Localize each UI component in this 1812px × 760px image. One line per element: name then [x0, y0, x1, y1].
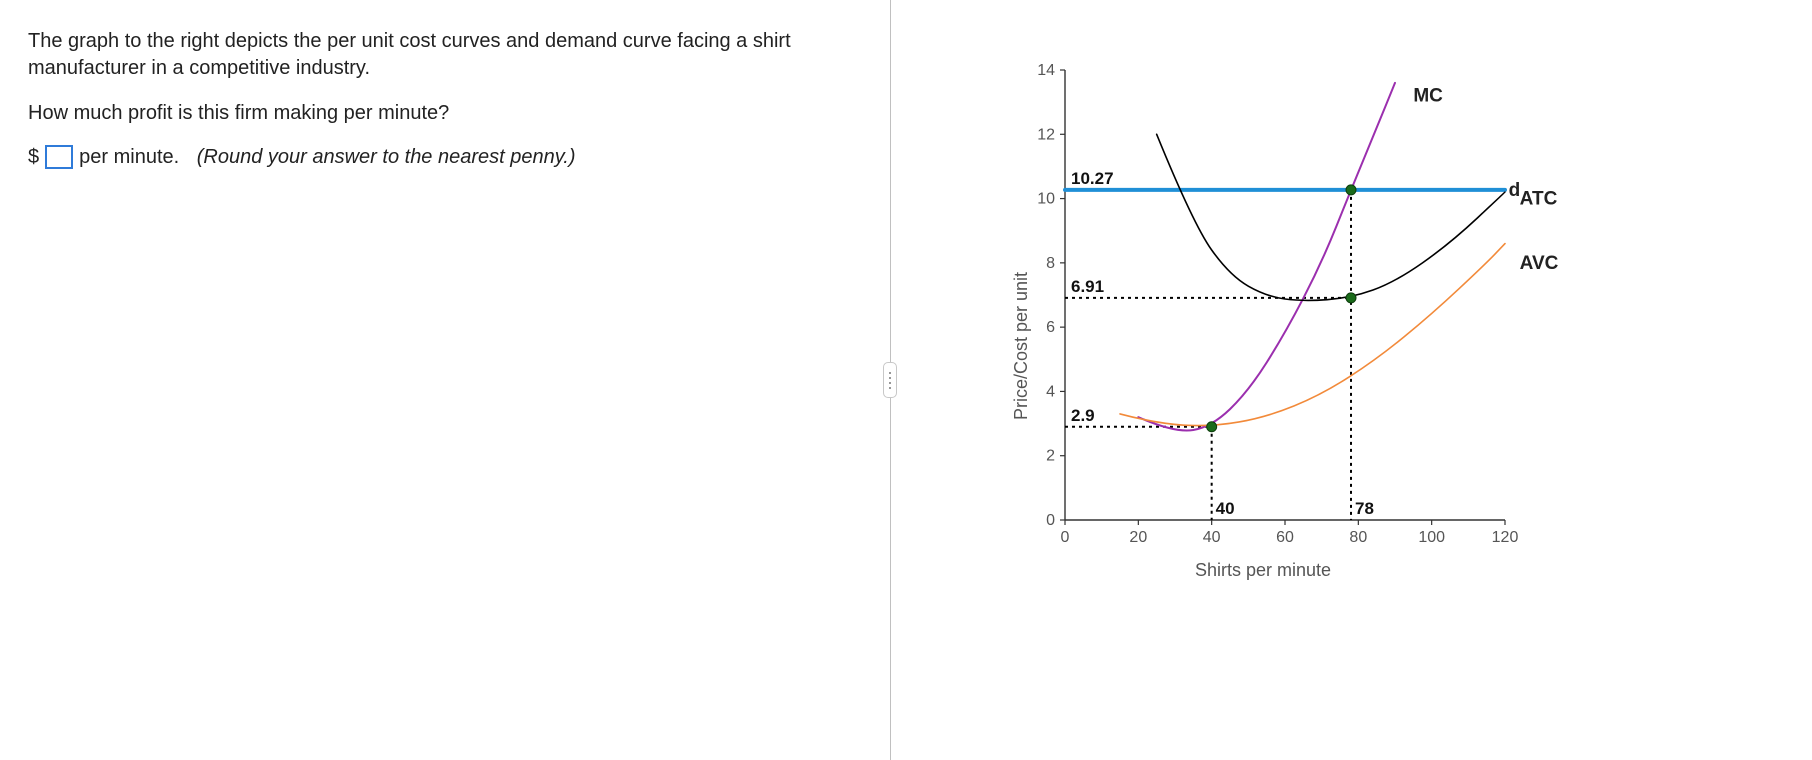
units-suffix: per minute.: [79, 146, 179, 169]
answer-line: $ per minute. (Round your answer to the …: [28, 145, 840, 169]
svg-text:8: 8: [1046, 255, 1055, 272]
svg-text:10: 10: [1037, 191, 1055, 208]
currency-symbol: $: [28, 146, 39, 169]
pane-divider[interactable]: [870, 0, 910, 760]
rounding-hint: (Round your answer to the nearest penny.…: [197, 146, 576, 169]
svg-text:4: 4: [1046, 383, 1055, 400]
svg-text:0: 0: [1046, 512, 1055, 529]
svg-text:12: 12: [1037, 126, 1055, 143]
question-text: The graph to the right depicts the per u…: [28, 28, 840, 127]
svg-text:100: 100: [1418, 529, 1445, 546]
app-container: The graph to the right depicts the per u…: [0, 0, 1812, 760]
svg-text:6.91: 6.91: [1071, 277, 1104, 296]
chart-pane: Price/Cost per unit Shirts per minute 0 2…: [910, 0, 1812, 760]
question-intro: The graph to the right depicts the per u…: [28, 28, 840, 82]
svg-text:14: 14: [1037, 62, 1055, 79]
y-axis-title: Price/Cost per unit: [1011, 272, 1032, 420]
profit-input[interactable]: [45, 145, 73, 169]
svg-text:0: 0: [1061, 529, 1070, 546]
chart-holder: Price/Cost per unit Shirts per minute 02…: [1025, 60, 1645, 560]
svg-text:MC: MC: [1413, 86, 1443, 107]
svg-text:80: 80: [1349, 529, 1367, 546]
svg-text:78: 78: [1355, 499, 1374, 518]
svg-text:40: 40: [1203, 529, 1221, 546]
svg-text:6: 6: [1046, 319, 1055, 336]
svg-text:40: 40: [1216, 499, 1235, 518]
svg-text:20: 20: [1129, 529, 1147, 546]
svg-text:d: d: [1509, 180, 1521, 201]
svg-text:120: 120: [1492, 529, 1519, 546]
svg-text:10.27: 10.27: [1071, 169, 1114, 188]
divider-handle-icon[interactable]: [883, 362, 897, 398]
svg-text:ATC: ATC: [1520, 189, 1558, 210]
svg-text:2: 2: [1046, 448, 1055, 465]
svg-text:AVC: AVC: [1520, 253, 1559, 274]
cost-curves-chart: 0 2 4 6 8 10 12 14 0 20 40 60 80 100 120 10.27 6.91 2.9 40…: [1025, 60, 1645, 560]
question-pane: The graph to the right depicts the per u…: [0, 0, 870, 760]
svg-text:60: 60: [1276, 529, 1294, 546]
svg-text:2.9: 2.9: [1071, 406, 1095, 425]
question-prompt: How much profit is this firm making per …: [28, 100, 840, 127]
x-axis-title: Shirts per minute: [1195, 560, 1331, 581]
